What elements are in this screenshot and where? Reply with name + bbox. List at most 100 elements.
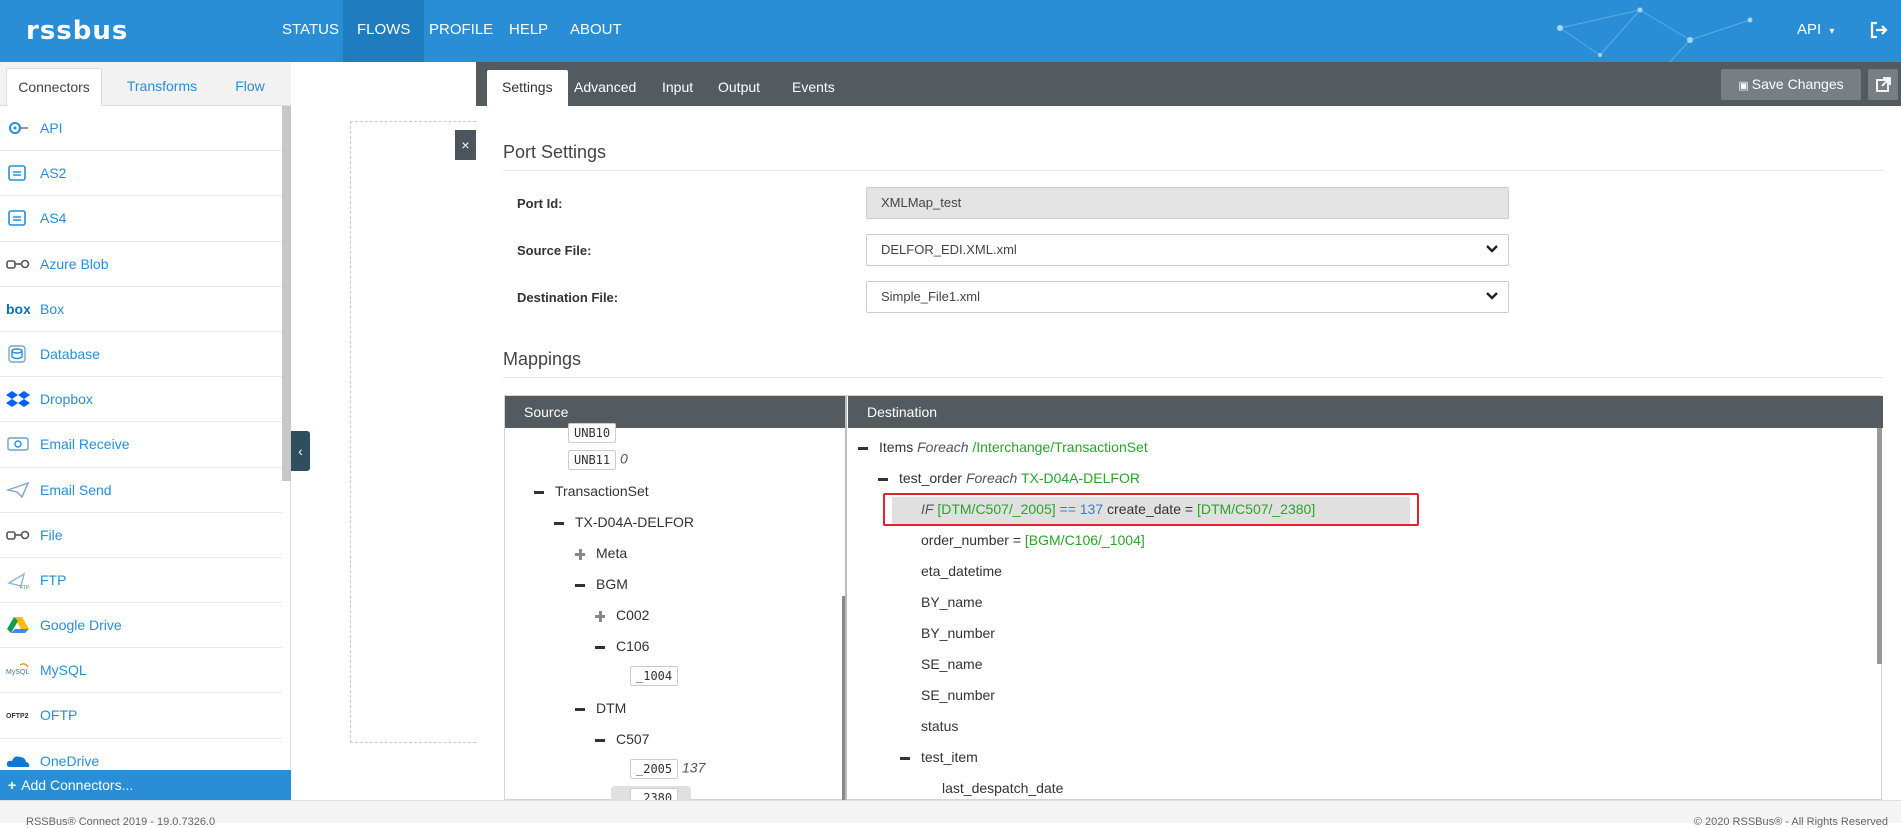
email-receive-icon (7, 437, 29, 452)
tab-input[interactable]: Input (647, 70, 708, 106)
as2-icon (8, 165, 26, 181)
open-external-button[interactable] (1868, 69, 1898, 100)
connector-as4[interactable]: AS4 (0, 196, 282, 242)
source-node-txset[interactable]: TX-D04A-DELFOR (553, 514, 694, 530)
dest-node-status[interactable]: status (921, 718, 958, 734)
collapse-icon[interactable] (877, 473, 889, 485)
source-node-c507[interactable]: C507 (594, 731, 649, 747)
plus-icon: + (8, 777, 17, 793)
connector-email-send[interactable]: Email Send (0, 468, 282, 513)
connector-oftp[interactable]: OFTP2 OFTP (0, 693, 282, 739)
expand-icon[interactable] (574, 548, 586, 561)
source-file-select[interactable]: DELFOR_EDI.XML.xml (866, 234, 1509, 266)
caret-down-icon: ▾ (1829, 26, 1835, 37)
node-label: TransactionSet (555, 483, 649, 499)
rssbus-logo[interactable]: rssbus (26, 16, 128, 46)
nav-status[interactable]: STATUS (268, 0, 353, 62)
tab-advanced[interactable]: Advanced (559, 70, 651, 106)
tab-output[interactable]: Output (703, 70, 775, 106)
collapse-icon[interactable] (857, 442, 869, 454)
connector-api[interactable]: API (0, 106, 282, 152)
tab-settings[interactable]: Settings (487, 70, 568, 106)
tab-flow[interactable]: Flow (214, 68, 286, 106)
connector-onedrive[interactable]: OneDrive (0, 739, 282, 770)
user-menu[interactable]: API ▾ (1797, 0, 1834, 62)
chevron-down-icon (1486, 292, 1498, 300)
source-node-2380[interactable]: _2380 (611, 786, 692, 801)
nav-help[interactable]: HELP (495, 0, 562, 62)
dest-node-test-order[interactable]: test_order Foreach TX-D04A-DELFOR (877, 470, 1140, 486)
dest-node-order-number[interactable]: order_number = [BGM/C106/_1004] (921, 532, 1145, 548)
divider (503, 170, 1883, 171)
node-chip[interactable]: _2005 (630, 759, 679, 779)
sidebar-scrollbar[interactable] (282, 106, 291, 481)
node-chip[interactable]: UNB11 (568, 450, 617, 470)
source-node-2005[interactable]: _2005 137 (630, 759, 705, 779)
source-node-1004[interactable]: _1004 (630, 666, 679, 686)
destination-file-value: Simple_File1.xml (881, 289, 980, 304)
collapse-icon[interactable] (574, 579, 586, 591)
source-node-unb10[interactable]: UNB10 (568, 423, 617, 443)
destination-file-select[interactable]: Simple_File1.xml (866, 281, 1509, 313)
node-chip[interactable]: UNB10 (568, 423, 617, 443)
connector-email-receive[interactable]: Email Receive (0, 422, 282, 468)
source-node-bgm[interactable]: BGM (574, 576, 628, 592)
expand-icon[interactable] (594, 610, 606, 623)
dest-node-items[interactable]: Items Foreach /Interchange/TransactionSe… (857, 439, 1148, 455)
connector-azure-blob[interactable]: Azure Blob (0, 242, 282, 287)
collapse-icon[interactable] (533, 486, 545, 498)
svg-text:MySQL: MySQL (6, 669, 29, 676)
connector-mysql[interactable]: MySQL MySQL (0, 648, 282, 694)
port-id-value: XMLMap_test (881, 195, 962, 210)
dest-node-se-number[interactable]: SE_number (921, 687, 995, 703)
xpath: TX-D04A-DELFOR (1020, 470, 1140, 486)
connector-ftp[interactable]: FTP FTP (0, 558, 282, 604)
nav-profile[interactable]: PROFILE (415, 0, 507, 62)
connector-label: Google Drive (40, 617, 122, 634)
source-node-c106[interactable]: C106 (594, 638, 649, 654)
connector-dropbox[interactable]: Dropbox (0, 377, 282, 423)
collapse-icon[interactable] (574, 703, 586, 715)
source-node-dtm[interactable]: DTM (574, 700, 626, 716)
destination-header: Destination (848, 396, 1883, 428)
tab-events[interactable]: Events (777, 70, 850, 106)
box-icon: box (6, 301, 30, 317)
connector-google-drive[interactable]: Google Drive (0, 603, 282, 649)
collapse-sidebar-button[interactable]: ‹ (291, 431, 310, 471)
dest-node-last-despatch-date[interactable]: last_despatch_date (942, 780, 1063, 796)
logout-icon[interactable] (1868, 19, 1890, 41)
node-label: order_number = (921, 532, 1022, 548)
connector-box[interactable]: box Box (0, 287, 282, 332)
save-changes-button[interactable]: ▣ Save Changes (1721, 69, 1861, 100)
source-node-unb11[interactable]: UNB11 0 (568, 450, 628, 470)
add-connectors-button[interactable]: + Add Connectors... (0, 770, 291, 800)
tab-connectors[interactable]: Connectors (6, 68, 102, 106)
database-icon (8, 345, 26, 363)
connector-database[interactable]: Database (0, 332, 282, 378)
dest-node-eta-datetime[interactable]: eta_datetime (921, 563, 1002, 579)
network-decoration (1557, 7, 1753, 62)
node-chip[interactable]: _1004 (630, 666, 679, 686)
connector-file[interactable]: File (0, 513, 282, 558)
dest-node-test-item[interactable]: test_item (899, 749, 978, 765)
source-scrollbar[interactable] (842, 596, 845, 801)
source-node-meta[interactable]: Meta (574, 545, 627, 561)
collapse-icon[interactable] (553, 517, 565, 529)
source-node-c002[interactable]: C002 (594, 607, 649, 623)
nav-about[interactable]: ABOUT (556, 0, 636, 62)
chevron-down-icon (1486, 245, 1498, 253)
connector-as2[interactable]: AS2 (0, 151, 282, 197)
connector-label: AS2 (40, 165, 67, 182)
destination-file-label: Destination File: (517, 290, 619, 305)
dest-node-se-name[interactable]: SE_name (921, 656, 982, 672)
collapse-icon[interactable] (594, 734, 606, 746)
source-node-transactionset[interactable]: TransactionSet (533, 483, 649, 499)
collapse-icon[interactable] (899, 752, 911, 764)
dest-node-by-number[interactable]: BY_number (921, 625, 995, 641)
destination-scrollbar[interactable] (1877, 428, 1882, 664)
tab-transforms[interactable]: Transforms (110, 68, 214, 106)
dest-node-by-name[interactable]: BY_name (921, 594, 982, 610)
nav-flows[interactable]: FLOWS (343, 0, 425, 62)
collapse-icon[interactable] (594, 641, 606, 653)
close-panel-button[interactable]: × (455, 130, 476, 160)
